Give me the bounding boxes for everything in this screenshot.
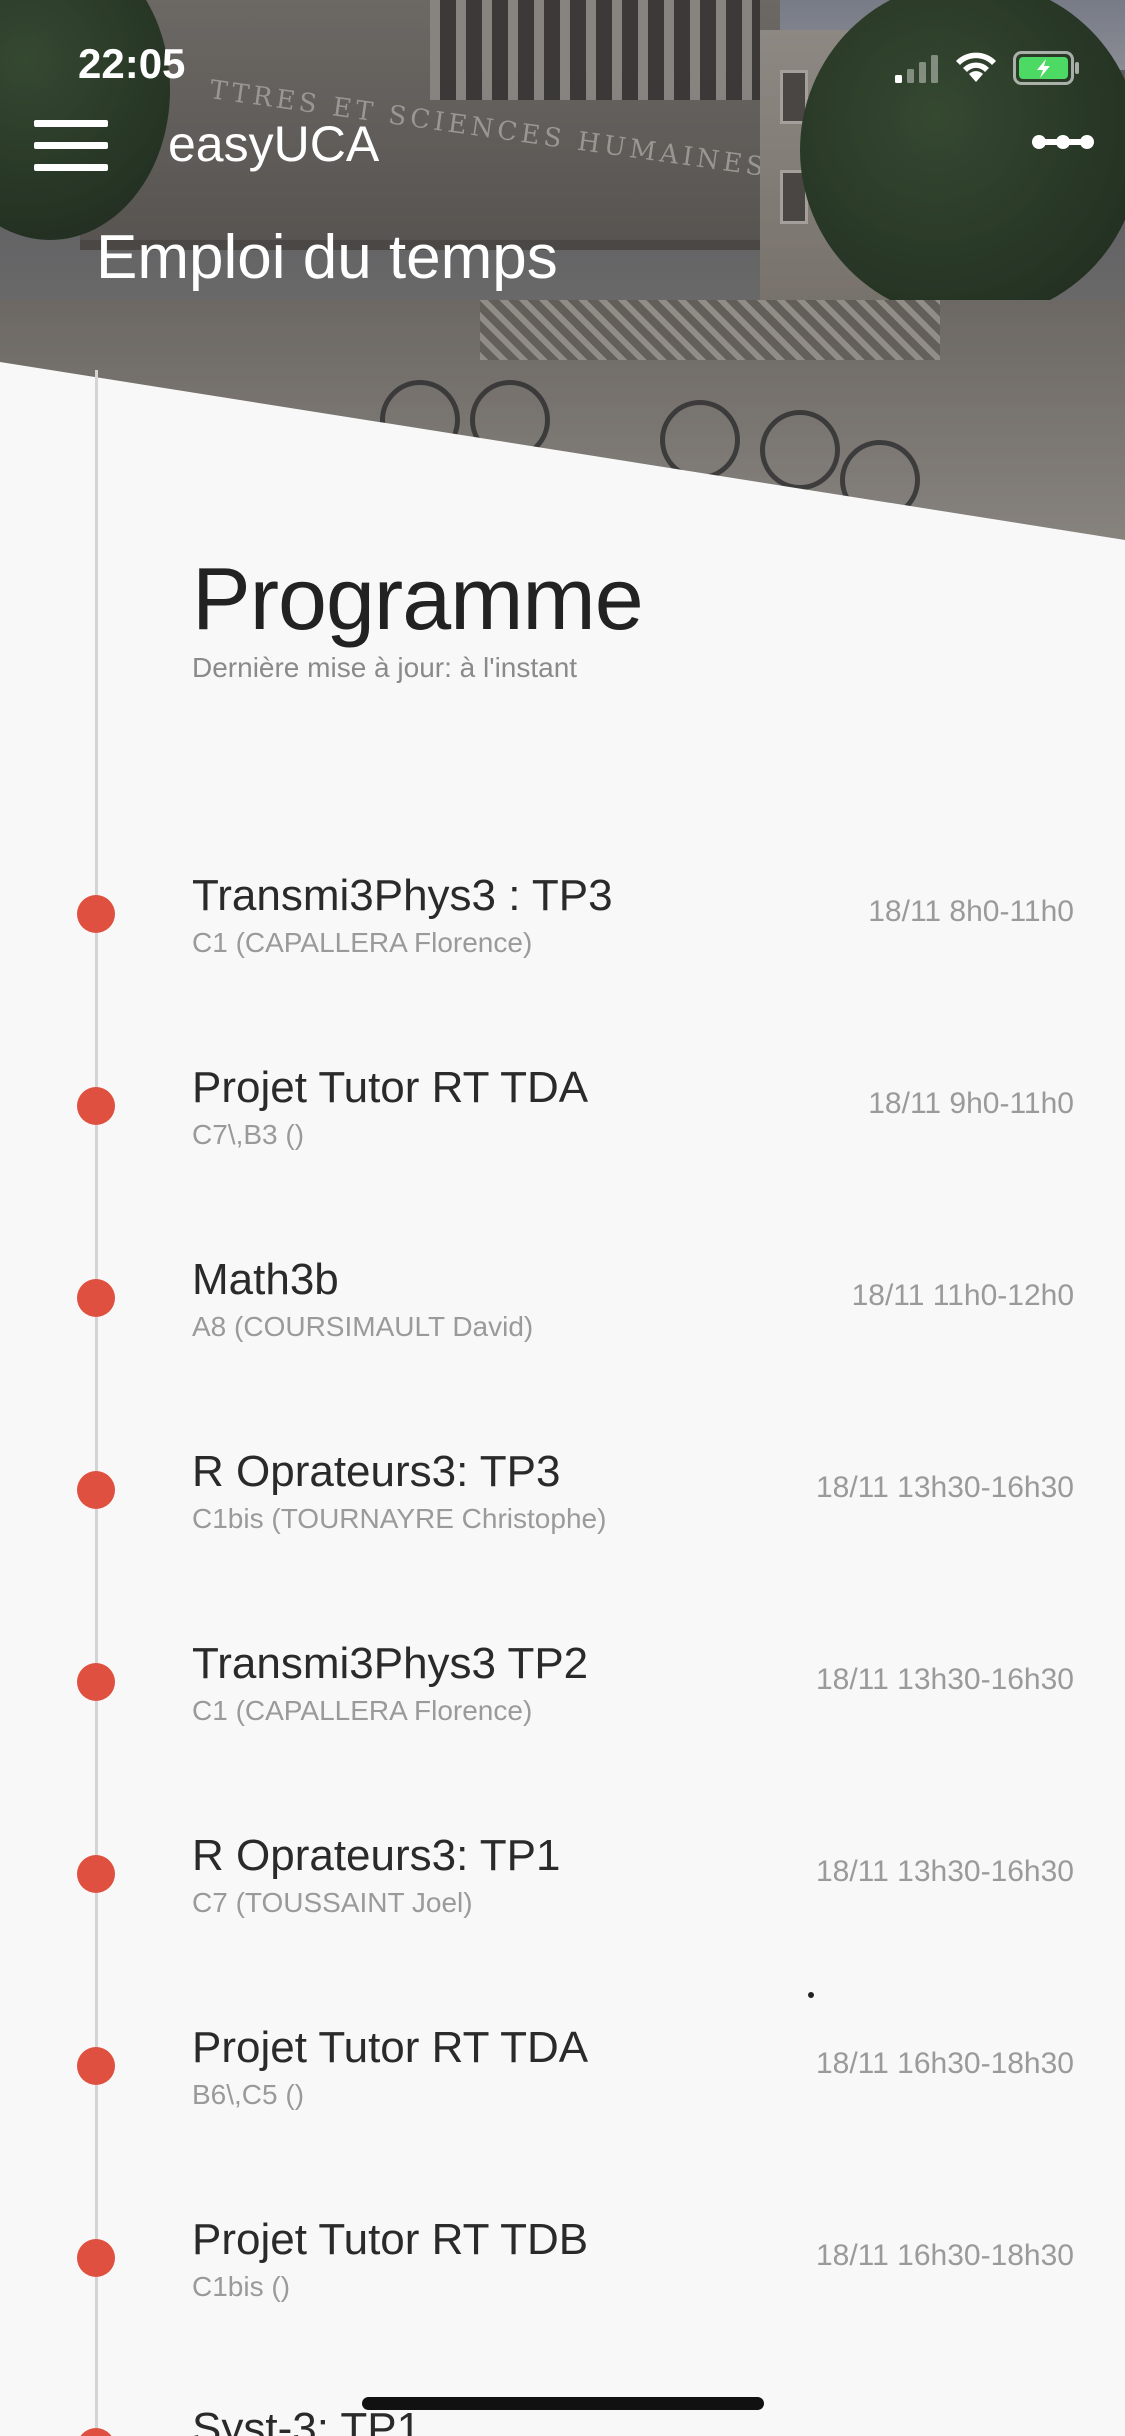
event-title: Transmi3Phys3 TP2 bbox=[192, 1639, 589, 1688]
timeline-dot bbox=[77, 1663, 115, 1701]
event-item[interactable]: Projet Tutor RT TDA B6\,C5 () 18/11 16h3… bbox=[0, 2023, 1125, 2143]
status-icons bbox=[895, 48, 1081, 88]
home-indicator[interactable] bbox=[362, 2397, 764, 2410]
event-location: C7 (TOUSSAINT Joel) bbox=[192, 1887, 473, 1918]
event-time: 18/11 9h0-11h0 bbox=[868, 1087, 1074, 1120]
event-title: Projet Tutor RT TDB bbox=[192, 2215, 589, 2264]
event-item[interactable]: Transmi3Phys3 TP2 C1 (CAPALLERA Florence… bbox=[0, 1639, 1125, 1759]
event-location: C7\,B3 () bbox=[192, 1119, 305, 1150]
more-options-icon[interactable] bbox=[1031, 122, 1095, 162]
battery-charging-icon bbox=[1013, 51, 1079, 85]
event-time: 18/11 13h30-16h30 bbox=[815, 1471, 1074, 1504]
app-title: easyUCA bbox=[168, 116, 380, 172]
event-time: 18/11 11h0-12h0 bbox=[851, 1279, 1074, 1312]
event-time: 18/11 8h0-11h0 bbox=[868, 895, 1074, 928]
event-title: R Oprateurs3: TP1 bbox=[192, 1831, 561, 1880]
event-time: 18/11 16h30-18h30 bbox=[815, 2047, 1074, 2080]
page-title: Emploi du temps bbox=[96, 223, 558, 292]
event-location: C1 (CAPALLERA Florence) bbox=[192, 927, 533, 958]
event-title: Transmi3Phys3 : TP3 bbox=[192, 871, 613, 920]
event-item[interactable]: Math3b A8 (COURSIMAULT David) 18/11 11h0… bbox=[0, 1255, 1125, 1375]
event-item[interactable]: Transmi3Phys3 : TP3 C1 (CAPALLERA Floren… bbox=[0, 871, 1125, 991]
timeline-dot bbox=[77, 2047, 115, 2085]
stray-dot bbox=[808, 1992, 814, 1998]
event-time: 18/11 16h30-18h30 bbox=[815, 2239, 1074, 2272]
timeline-dot bbox=[77, 1471, 115, 1509]
status-time: 22:05 bbox=[78, 40, 186, 87]
signal-icon bbox=[895, 55, 938, 83]
event-location: C1 (CAPALLERA Florence) bbox=[192, 1695, 533, 1726]
timeline-dot bbox=[77, 2428, 115, 2436]
wifi-icon bbox=[956, 52, 996, 82]
event-time: 18/11 13h30-16h30 bbox=[815, 1663, 1074, 1696]
section-title: Programme bbox=[192, 549, 644, 648]
event-item[interactable]: R Oprateurs3: TP3 C1bis (TOURNAYRE Chris… bbox=[0, 1447, 1125, 1567]
event-location: A8 (COURSIMAULT David) bbox=[192, 1311, 534, 1342]
event-item[interactable]: Projet Tutor RT TDA C7\,B3 () 18/11 9h0-… bbox=[0, 1063, 1125, 1183]
status-bar: 22:05 bbox=[0, 0, 1125, 130]
event-location: C1bis () bbox=[192, 2271, 291, 2302]
app-screen: TTRES ET SCIENCES HUMAINES 22:05 easyUCA… bbox=[0, 0, 1125, 2436]
event-item[interactable]: Projet Tutor RT TDB C1bis () 18/11 16h30… bbox=[0, 2215, 1125, 2335]
event-title: Projet Tutor RT TDA bbox=[192, 1063, 589, 1112]
timeline-dot bbox=[77, 2239, 115, 2277]
hamburger-menu-icon[interactable] bbox=[34, 120, 110, 172]
event-item[interactable]: R Oprateurs3: TP1 C7 (TOUSSAINT Joel) 18… bbox=[0, 1831, 1125, 1951]
event-title: R Oprateurs3: TP3 bbox=[192, 1447, 561, 1496]
event-location: B6\,C5 () bbox=[192, 2079, 305, 2110]
timeline-dot bbox=[77, 1087, 115, 1125]
timeline-dot bbox=[77, 1279, 115, 1317]
event-location: C1bis (TOURNAYRE Christophe) bbox=[192, 1503, 607, 1534]
last-update-text: Dernière mise à jour: à l'instant bbox=[192, 652, 578, 683]
event-title: Math3b bbox=[192, 1255, 339, 1304]
event-time: 18/11 13h30-16h30 bbox=[815, 1855, 1074, 1888]
event-title: Projet Tutor RT TDA bbox=[192, 2023, 589, 2072]
timeline-dot bbox=[77, 895, 115, 933]
timeline-dot bbox=[77, 1855, 115, 1893]
